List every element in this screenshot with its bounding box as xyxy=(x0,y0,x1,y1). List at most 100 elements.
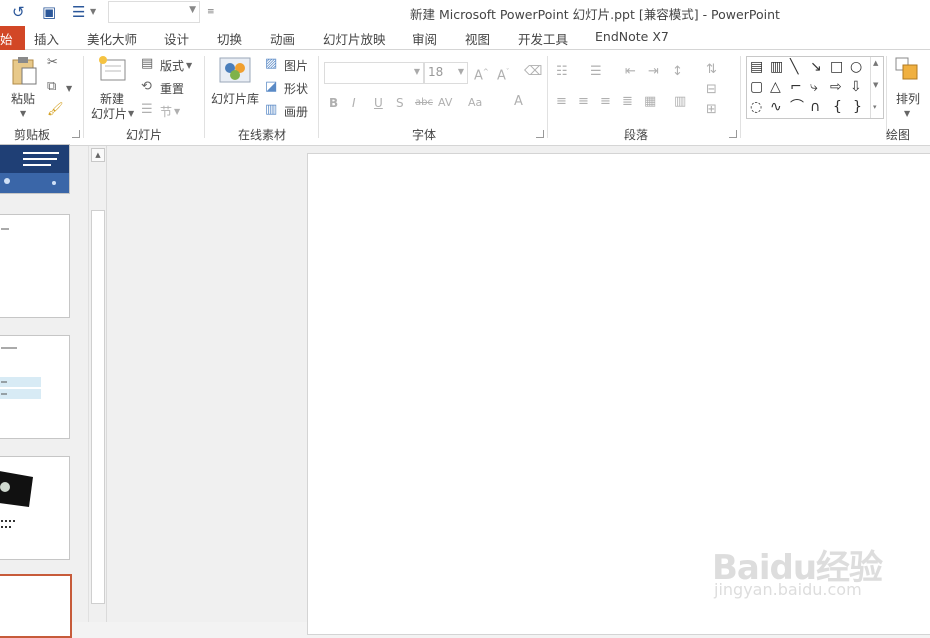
align-right-icon[interactable]: ≡ xyxy=(600,94,611,110)
arrange-label[interactable]: 排列 xyxy=(896,90,920,107)
increase-indent-icon[interactable]: ⇥ xyxy=(648,64,659,80)
arrow-line-shape-icon[interactable]: ↘ xyxy=(810,58,822,76)
tab-beautify-master[interactable]: 美化大师 xyxy=(87,29,137,48)
tab-transitions[interactable]: 切换 xyxy=(217,29,242,48)
picture-label[interactable]: 图片 xyxy=(284,57,308,74)
qat-dropdown-icon[interactable]: ▼ xyxy=(90,3,96,21)
tab-animations[interactable]: 动画 xyxy=(270,29,295,48)
align-center-icon[interactable]: ≡ xyxy=(578,94,589,110)
line-shape-icon[interactable]: ╲ xyxy=(790,58,798,76)
freeform-shape-icon[interactable]: ◌ xyxy=(750,98,762,116)
oval-shape-icon[interactable]: ○ xyxy=(850,58,862,76)
new-slide-qat-icon[interactable]: ☰ xyxy=(72,3,85,21)
font-color-icon[interactable]: A xyxy=(514,94,523,110)
triangle-shape-icon[interactable]: △ xyxy=(770,78,781,96)
new-slide-label-2[interactable]: 幻灯片 xyxy=(91,105,127,122)
distributed-icon[interactable]: ▦ xyxy=(644,94,656,110)
slide-thumbnail[interactable] xyxy=(0,335,70,439)
layout-label[interactable]: 版式 xyxy=(160,57,184,74)
rounded-rectangle-shape-icon[interactable]: ▢ xyxy=(750,78,763,96)
textbox-shape-icon[interactable]: ▤ xyxy=(750,58,763,76)
tab-home[interactable]: 始 xyxy=(0,26,25,52)
gallery-up-icon[interactable]: ▲ xyxy=(873,59,878,67)
elbow-connector-shape-icon[interactable]: ⌐ xyxy=(790,78,802,96)
scrollbar-thumb[interactable] xyxy=(91,210,105,604)
line-spacing-icon[interactable]: ↕ xyxy=(672,64,683,80)
align-text-icon[interactable]: ⊟ xyxy=(706,82,717,98)
arrange-button[interactable] xyxy=(894,56,920,86)
slide-library-label[interactable]: 幻灯片库 xyxy=(211,90,259,107)
curve-shape-icon[interactable]: ∩ xyxy=(810,98,820,116)
left-brace-shape-icon[interactable]: { xyxy=(833,98,842,116)
clear-formatting-icon[interactable]: ⌫ xyxy=(524,64,542,80)
customize-qat-icon[interactable]: ≡ xyxy=(207,3,215,21)
convert-smartart-icon[interactable]: ⊞ xyxy=(706,102,717,118)
copy-icon[interactable]: ⧉ xyxy=(47,79,56,95)
tab-view[interactable]: 视图 xyxy=(465,29,490,48)
layout-icon[interactable]: ▤ xyxy=(141,56,153,72)
format-painter-icon[interactable]: 🖌 xyxy=(47,102,64,118)
align-left-icon[interactable]: ≡ xyxy=(556,94,567,110)
underline-icon[interactable]: U xyxy=(374,95,383,111)
undo-icon[interactable]: ↺ xyxy=(12,3,25,21)
text-direction-icon[interactable]: ⇅ xyxy=(706,62,717,78)
tab-developer[interactable]: 开发工具 xyxy=(518,29,568,48)
vertical-textbox-shape-icon[interactable]: ▥ xyxy=(770,58,783,76)
paste-label[interactable]: 粘贴 xyxy=(11,90,35,107)
gallery-more-icon[interactable]: ▾ xyxy=(873,103,877,111)
change-case-icon[interactable]: Aa xyxy=(468,95,482,111)
slide-thumbnail[interactable] xyxy=(0,144,70,194)
cut-icon[interactable]: ✂ xyxy=(47,55,58,71)
qat-combo-box[interactable]: ▼ xyxy=(108,1,200,23)
arc-shape-icon[interactable]: ⌒ xyxy=(790,98,804,116)
bold-icon[interactable]: B xyxy=(329,95,338,111)
paste-button[interactable] xyxy=(10,54,38,88)
grow-font-icon[interactable]: A^ xyxy=(474,64,489,84)
new-slide-dropdown-icon[interactable]: ▼ xyxy=(128,106,134,122)
shape-icon[interactable]: ◪ xyxy=(265,79,277,95)
clipboard-launcher-icon[interactable] xyxy=(72,130,80,138)
paste-dropdown-icon[interactable]: ▼ xyxy=(20,106,26,122)
section-dropdown-icon[interactable]: ▼ xyxy=(174,104,180,120)
tab-insert[interactable]: 插入 xyxy=(34,29,59,48)
columns-icon[interactable]: ▥ xyxy=(674,94,686,110)
right-arrow-shape-icon[interactable]: ⇨ xyxy=(830,78,842,96)
slide-thumbnail[interactable] xyxy=(0,214,70,318)
shapes-gallery[interactable]: ▤ ▥ ╲ ↘ □ ○ ▢ △ ⌐ ⤷ ⇨ ⇩ ◌ ∿ ⌒ ∩ { } ▲ ▼ … xyxy=(746,56,884,119)
slide-thumbnails-pane[interactable] xyxy=(0,144,88,638)
slide-thumbnail-selected[interactable] xyxy=(0,574,72,638)
arrange-dropdown-icon[interactable]: ▼ xyxy=(904,106,910,122)
slide-library-button[interactable] xyxy=(218,56,252,84)
scroll-up-icon[interactable]: ▲ xyxy=(91,148,105,162)
down-arrow-shape-icon[interactable]: ⇩ xyxy=(850,78,862,96)
elbow-arrow-shape-icon[interactable]: ⤷ xyxy=(810,78,818,96)
strikethrough-icon[interactable]: abc xyxy=(415,95,433,111)
shapes-gallery-scroll[interactable]: ▲ ▼ ▾ xyxy=(870,57,883,118)
picture-icon[interactable]: ▨ xyxy=(265,56,277,72)
reset-label[interactable]: 重置 xyxy=(160,80,184,97)
section-icon[interactable]: ☰ xyxy=(141,102,153,118)
right-brace-shape-icon[interactable]: } xyxy=(853,98,862,116)
new-slide-button[interactable] xyxy=(97,54,127,86)
reset-icon[interactable]: ⟲ xyxy=(141,79,152,95)
tab-review[interactable]: 审阅 xyxy=(412,29,437,48)
slideshow-from-start-icon[interactable]: ▣ xyxy=(42,3,56,21)
rectangle-shape-icon[interactable]: □ xyxy=(830,58,843,76)
paragraph-launcher-icon[interactable] xyxy=(729,130,737,138)
tab-design[interactable]: 设计 xyxy=(164,29,189,48)
slide-thumbnail[interactable] xyxy=(0,456,70,560)
font-launcher-icon[interactable] xyxy=(536,130,544,138)
layout-dropdown-icon[interactable]: ▼ xyxy=(186,58,192,74)
bullets-icon[interactable]: ☷ xyxy=(556,64,568,80)
text-shadow-icon[interactable]: S xyxy=(396,95,404,111)
album-label[interactable]: 画册 xyxy=(284,103,308,120)
numbering-icon[interactable]: ☰ xyxy=(590,64,602,80)
justify-icon[interactable]: ≣ xyxy=(622,94,633,110)
tab-endnote[interactable]: EndNote X7 xyxy=(595,29,669,44)
shrink-font-icon[interactable]: Aˇ xyxy=(497,64,509,84)
italic-icon[interactable]: I xyxy=(352,95,356,111)
decrease-indent-icon[interactable]: ⇤ xyxy=(625,64,636,80)
gallery-down-icon[interactable]: ▼ xyxy=(873,81,878,89)
album-icon[interactable]: ▥ xyxy=(265,102,277,118)
copy-dropdown-icon[interactable]: ▼ xyxy=(66,81,72,97)
